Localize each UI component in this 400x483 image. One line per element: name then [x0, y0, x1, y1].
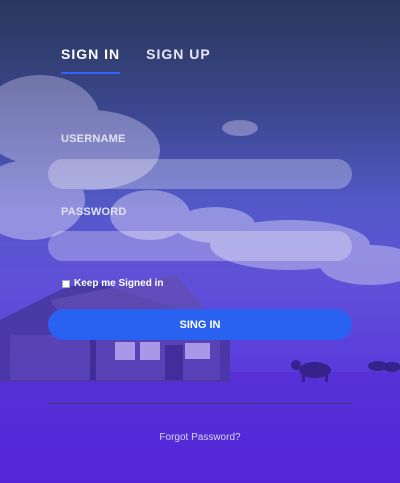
tab-sign-up[interactable]: SIGN UP: [146, 46, 211, 74]
keep-signed-in-row: Keep me Signed in: [62, 278, 163, 289]
password-input[interactable]: [48, 231, 352, 261]
auth-tabs: SIGN IN SIGN UP: [61, 46, 211, 74]
sign-in-button[interactable]: SING IN: [48, 309, 352, 340]
divider: [48, 403, 352, 404]
login-screen: SIGN IN SIGN UP USERNAME PASSWORD Keep m…: [0, 0, 400, 483]
tab-sign-in[interactable]: SIGN IN: [61, 46, 121, 74]
username-label: USERNAME: [61, 133, 126, 145]
keep-signed-in-checkbox[interactable]: [62, 279, 70, 288]
username-input[interactable]: [48, 159, 352, 189]
keep-signed-in-label[interactable]: Keep me Signed in: [74, 278, 163, 289]
password-label: PASSWORD: [61, 206, 127, 218]
forgot-password-link[interactable]: Forgot Password?: [0, 432, 400, 443]
